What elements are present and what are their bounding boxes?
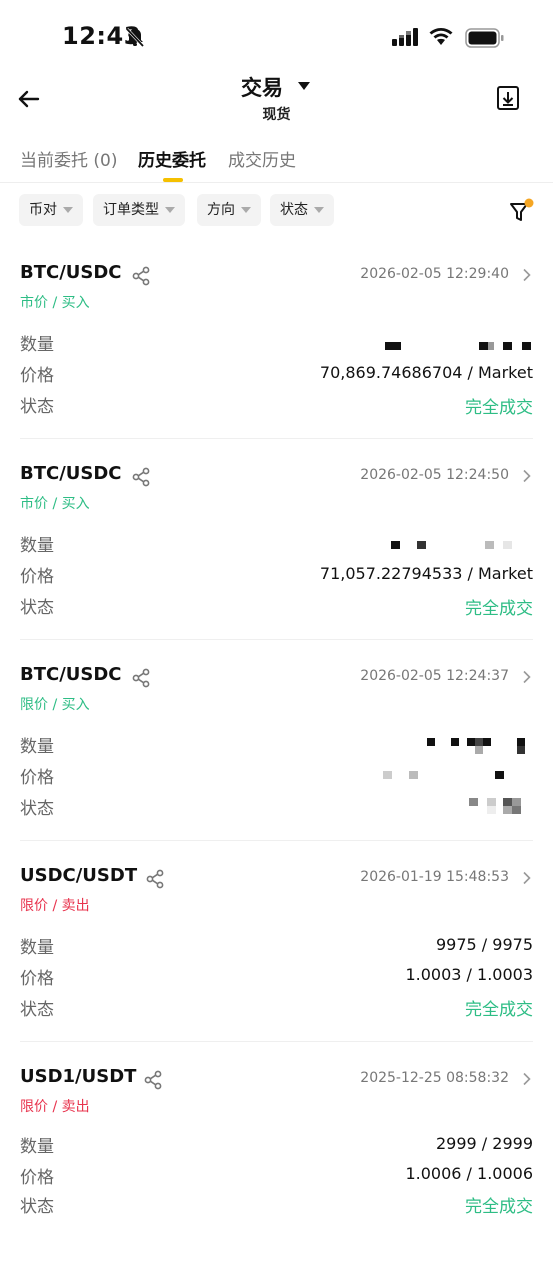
order-date: 2026-02-05 12:24:37 <box>360 668 509 684</box>
caret-down-icon <box>298 81 311 90</box>
status-bar: 12:43 <box>0 0 553 70</box>
wifi-icon <box>429 28 453 45</box>
signal-icon <box>392 28 418 46</box>
order-pair: USDC/USDT <box>20 865 138 886</box>
order-card[interactable]: USDC/USDT 限价 / 卖出 2026-01-19 15:48:53 数量… <box>0 865 553 1065</box>
chevron-right-icon[interactable] <box>522 469 532 483</box>
price-label: 价格 <box>20 768 54 788</box>
order-date: 2025-12-25 08:58:32 <box>360 1070 509 1086</box>
order-pair: USD1/USDT <box>20 1066 137 1087</box>
filter-order-type[interactable]: 订单类型 <box>93 194 185 226</box>
qty-value-redacted <box>383 535 533 551</box>
status-value: 完全成交 <box>465 599 533 619</box>
status-value-redacted <box>383 796 533 816</box>
share-icon[interactable] <box>131 668 151 688</box>
price-value: 1.0006 / 1.0006 <box>405 1164 533 1183</box>
order-divider <box>20 639 533 640</box>
order-card[interactable]: BTC/USDC 限价 / 买入 2026-02-05 12:24:37 数量 … <box>0 664 553 864</box>
order-tabs: 当前委托 (0) 历史委托 成交历史 <box>0 140 553 183</box>
caret-down-icon <box>165 207 175 213</box>
qty-label: 数量 <box>20 1137 54 1157</box>
chevron-right-icon[interactable] <box>522 871 532 885</box>
order-card[interactable]: BTC/USDC 市价 / 买入 2026-02-05 12:24:50 数量 … <box>0 463 553 663</box>
order-pair: BTC/USDC <box>20 262 122 283</box>
order-pair: BTC/USDC <box>20 463 122 484</box>
battery-icon <box>465 28 504 48</box>
caret-down-icon <box>314 207 324 213</box>
price-label: 价格 <box>20 1168 54 1188</box>
price-label: 价格 <box>20 567 54 587</box>
qty-value-redacted <box>383 334 533 350</box>
chevron-right-icon[interactable] <box>522 1072 532 1086</box>
order-type: 限价 / 买入 <box>20 697 90 713</box>
page-title: 交易 <box>240 76 283 100</box>
qty-label: 数量 <box>20 938 54 958</box>
order-divider <box>20 1041 533 1042</box>
order-pair: BTC/USDC <box>20 664 122 685</box>
order-date: 2026-02-05 12:24:50 <box>360 467 509 483</box>
status-label: 状态 <box>20 598 54 618</box>
caret-down-icon <box>241 207 251 213</box>
order-type: 限价 / 卖出 <box>20 1099 90 1115</box>
active-tab-indicator <box>163 178 183 182</box>
status-label: 状态 <box>20 1000 54 1020</box>
order-type: 市价 / 买入 <box>20 496 90 512</box>
status-value: 完全成交 <box>465 1000 533 1020</box>
page-subtitle: 现货 <box>262 107 291 123</box>
filter-pair-label: 币对 <box>29 202 57 218</box>
price-value: 70,869.74686704 / Market <box>319 363 533 382</box>
filter-status[interactable]: 状态 <box>270 194 334 226</box>
status-value: 完全成交 <box>465 1197 533 1217</box>
qty-label: 数量 <box>20 335 54 355</box>
order-card[interactable]: USD1/USDT 限价 / 卖出 2025-12-25 08:58:32 数量… <box>0 1066 553 1266</box>
qty-label: 数量 <box>20 737 54 757</box>
filter-pair[interactable]: 币对 <box>19 194 83 226</box>
order-type: 市价 / 买入 <box>20 295 90 311</box>
price-label: 价格 <box>20 969 54 989</box>
qty-value-redacted <box>383 736 533 756</box>
status-label: 状态 <box>20 799 54 819</box>
qty-value: 9975 / 9975 <box>436 935 533 954</box>
tab-open-orders[interactable]: 当前委托 (0) <box>20 146 117 171</box>
share-icon[interactable] <box>131 266 151 286</box>
title-dropdown[interactable]: 交易 <box>0 72 553 102</box>
chevron-right-icon[interactable] <box>522 670 532 684</box>
price-label: 价格 <box>20 366 54 386</box>
status-label: 状态 <box>20 397 54 417</box>
order-date: 2026-01-19 15:48:53 <box>360 869 509 885</box>
chevron-right-icon[interactable] <box>522 268 532 282</box>
order-card[interactable]: BTC/USDC 市价 / 买入 2026-02-05 12:29:40 数量 … <box>0 262 553 462</box>
caret-down-icon <box>63 207 73 213</box>
qty-label: 数量 <box>20 536 54 556</box>
price-value: 71,057.22794533 / Market <box>319 564 533 583</box>
bell-off-icon <box>125 27 145 48</box>
share-icon[interactable] <box>143 1070 163 1090</box>
tab-order-history[interactable]: 历史委托 <box>138 146 206 171</box>
header: 交易 现货 <box>0 70 553 130</box>
filter-bar: 币对 订单类型 方向 状态 <box>0 194 553 228</box>
filter-status-label: 状态 <box>280 202 308 218</box>
price-value-redacted <box>383 767 533 783</box>
filter-side[interactable]: 方向 <box>197 194 261 226</box>
filter-order-type-label: 订单类型 <box>103 202 159 218</box>
download-icon[interactable] <box>496 84 520 112</box>
order-divider <box>20 438 533 439</box>
share-icon[interactable] <box>131 467 151 487</box>
qty-value: 2999 / 2999 <box>436 1134 533 1153</box>
tab-trade-history[interactable]: 成交历史 <box>228 146 296 171</box>
status-value: 完全成交 <box>465 398 533 418</box>
price-value: 1.0003 / 1.0003 <box>405 965 533 984</box>
filter-icon[interactable] <box>508 198 536 224</box>
share-icon[interactable] <box>145 869 165 889</box>
order-date: 2026-02-05 12:29:40 <box>360 266 509 282</box>
filter-side-label: 方向 <box>207 202 235 218</box>
order-type: 限价 / 卖出 <box>20 898 90 914</box>
status-label: 状态 <box>20 1197 54 1217</box>
order-divider <box>20 840 533 841</box>
